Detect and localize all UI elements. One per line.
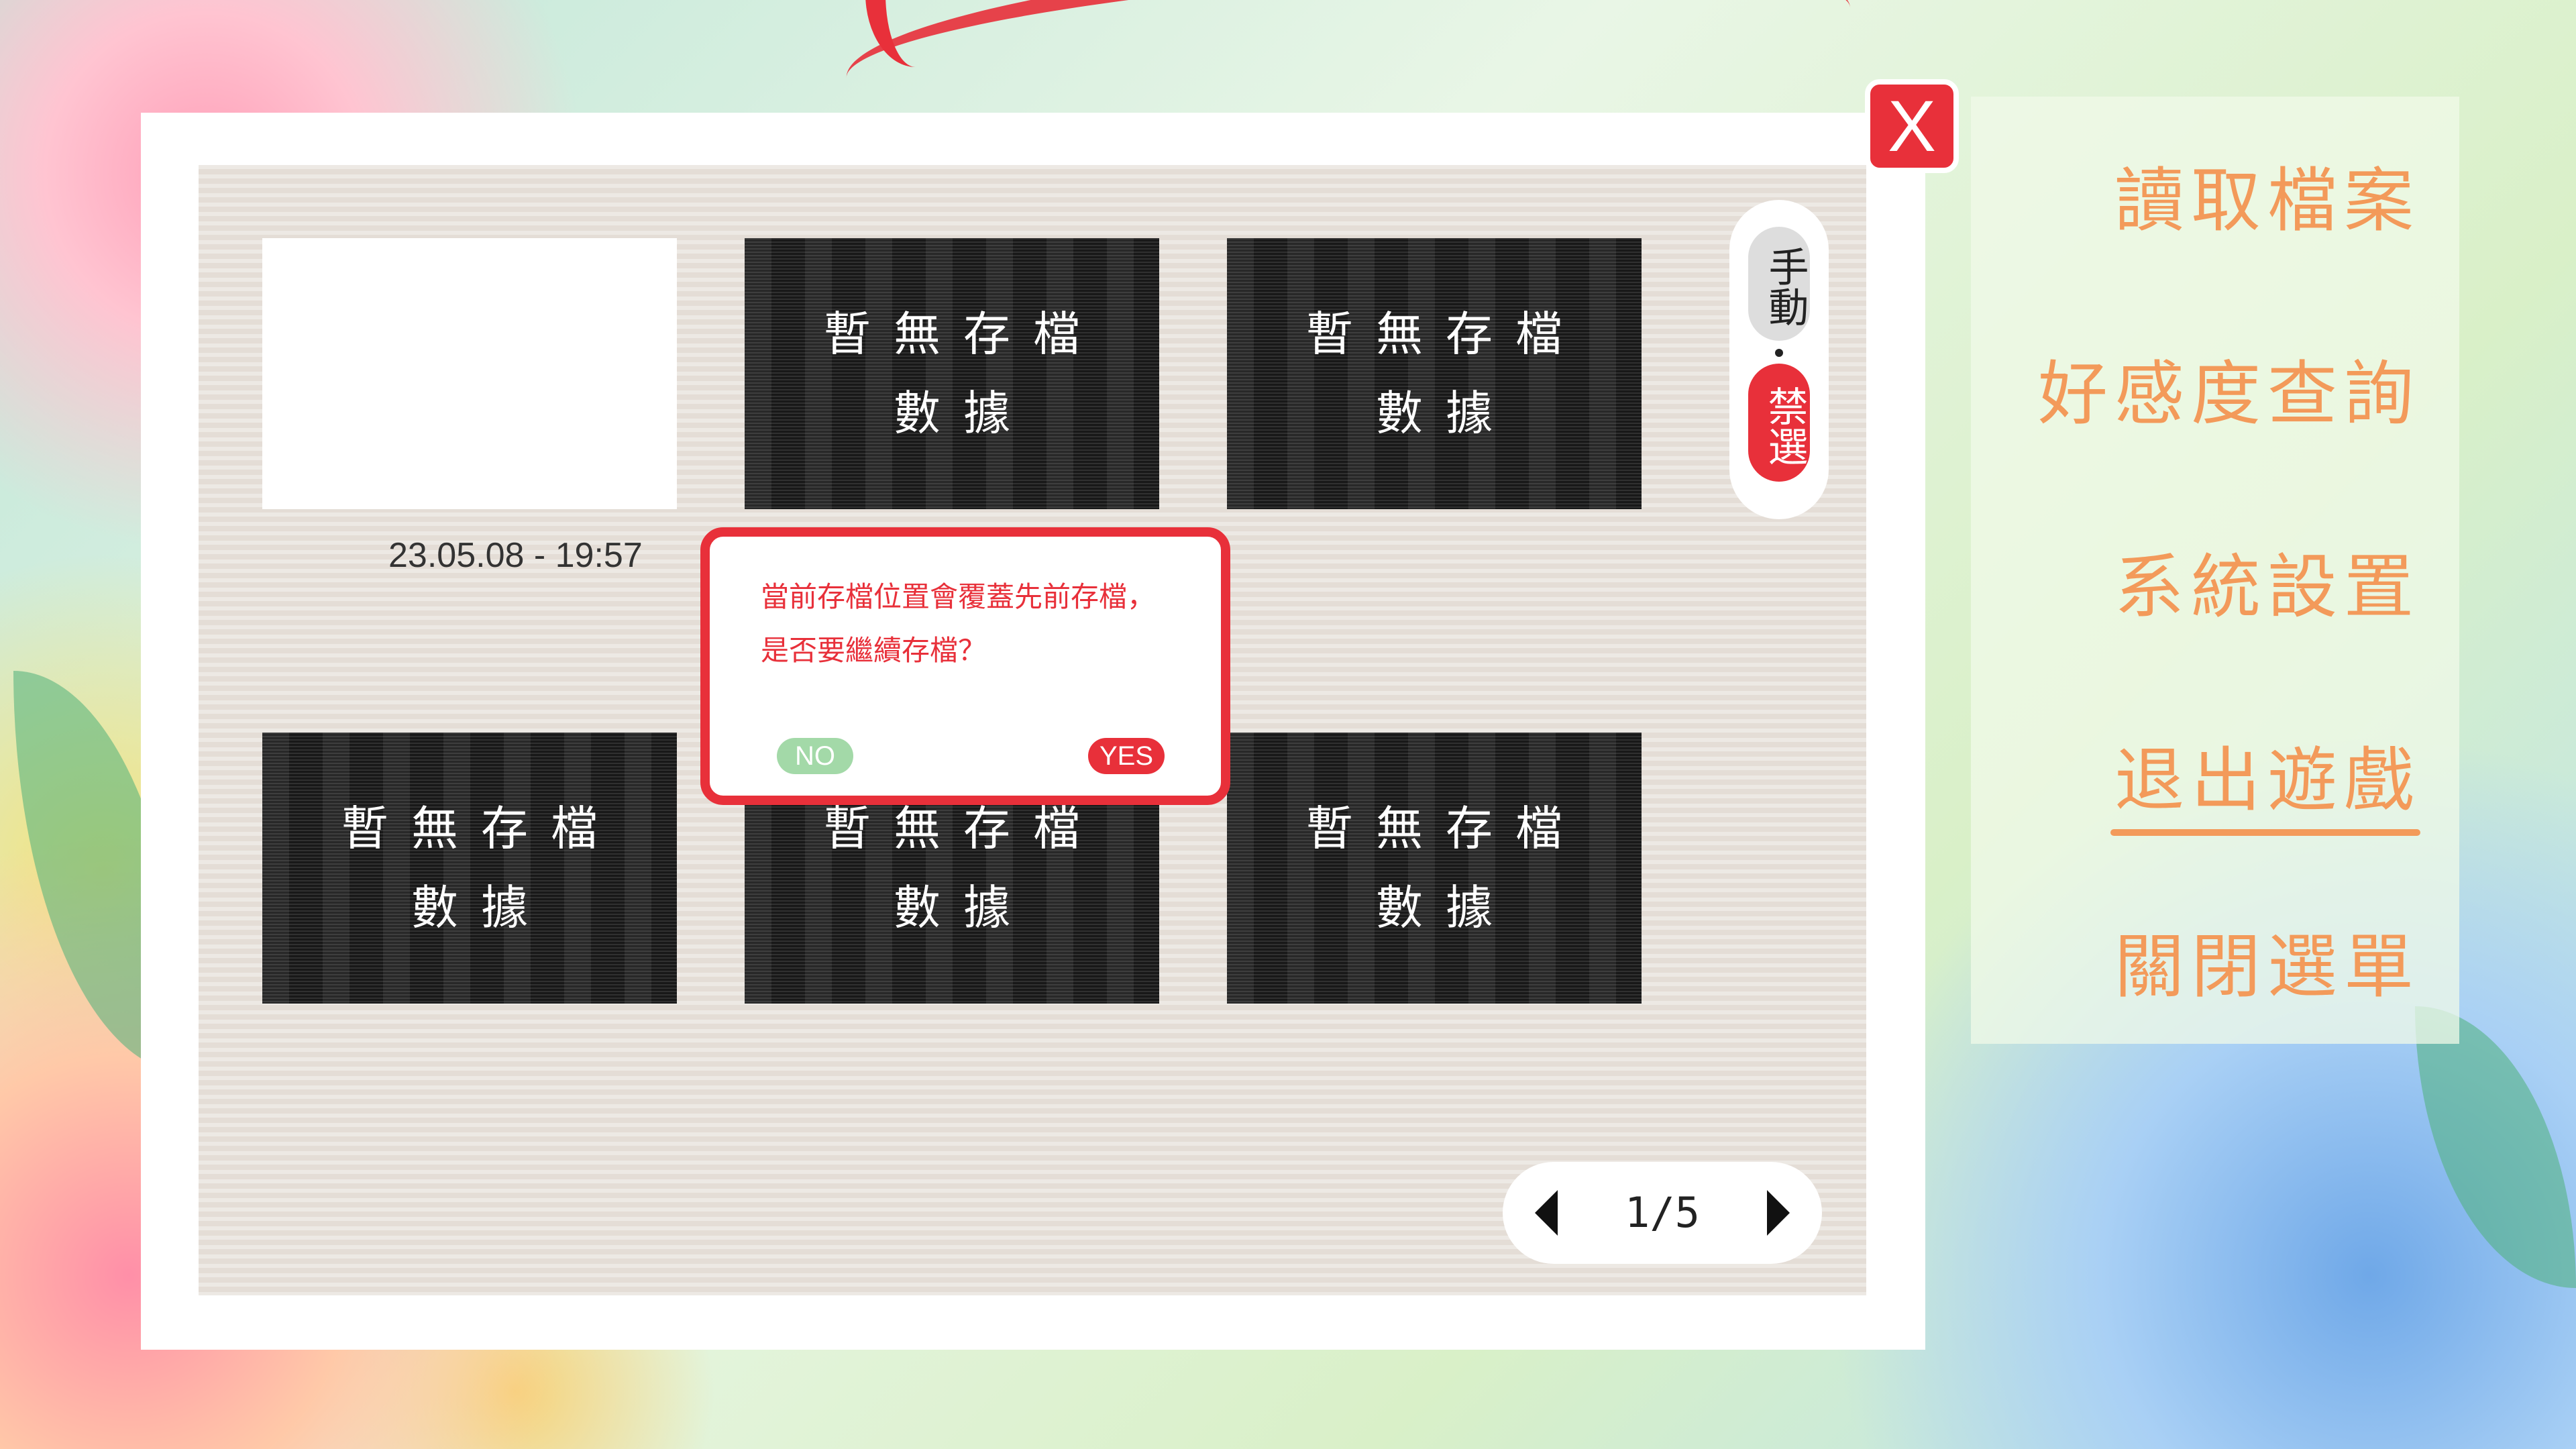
menu-item-exit[interactable]: 退出遊戲 <box>2114 723 2420 824</box>
next-page-icon[interactable] <box>1767 1190 1790 1236</box>
slot-empty-label: 暫無存檔 <box>824 307 1103 362</box>
slot-empty-label: 暫無存檔 <box>1306 307 1585 362</box>
no-button[interactable]: NO <box>777 738 853 774</box>
save-slot-2[interactable]: 暫無存檔 數據 <box>745 238 1159 509</box>
menu-item-load[interactable]: 讀取檔案 <box>2114 144 2420 245</box>
save-slot-4[interactable]: 暫無存檔 數據 <box>262 733 677 1004</box>
slot-empty-label: 暫無存檔 <box>1306 801 1585 856</box>
confirm-message: 當前存檔位置會覆蓋先前存檔， 是否要繼續存檔？ <box>761 570 1203 678</box>
decorative-leaf <box>2415 1006 2576 1288</box>
slot-empty-label-2: 數據 <box>1376 880 1515 935</box>
page-indicator: 1/5 <box>1625 1188 1700 1237</box>
slot-empty-label: 暫無存檔 <box>341 801 621 856</box>
page-navigator: 1/5 <box>1503 1162 1822 1264</box>
side-menu: 讀取檔案 好感度查詢 系統設置 退出遊戲 關閉選單 <box>1971 97 2459 1044</box>
confirm-message-line-1: 當前存檔位置會覆蓋先前存檔， <box>761 580 1156 613</box>
mode-ban-label[interactable]: 禁選 <box>1748 364 1810 482</box>
save-slot-1[interactable] <box>262 238 677 509</box>
menu-item-close[interactable]: 關閉選單 <box>2114 910 2420 1011</box>
save-mode-toggle[interactable]: 手動 禁選 <box>1729 200 1829 519</box>
save-slot-3[interactable]: 暫無存檔 數據 <box>1227 238 1642 509</box>
selected-underline <box>2110 829 2420 836</box>
slot-empty-label-2: 數據 <box>894 386 1033 441</box>
mode-manual-label[interactable]: 手動 <box>1748 227 1810 341</box>
prev-page-icon[interactable] <box>1535 1190 1558 1236</box>
yes-button[interactable]: YES <box>1088 738 1165 774</box>
slot-empty-label-2: 數據 <box>411 880 551 935</box>
save-slot-6[interactable]: 暫無存檔 數據 <box>1227 733 1642 1004</box>
slot-empty-label-2: 數據 <box>894 880 1033 935</box>
save-slot-1-date: 23.05.08 - 19:57 <box>388 536 643 575</box>
confirm-message-line-2: 是否要繼續存檔？ <box>761 634 987 667</box>
close-button[interactable]: X <box>1865 79 1959 173</box>
menu-item-affection[interactable]: 好感度查詢 <box>2038 337 2420 438</box>
mode-separator-dot <box>1775 349 1783 357</box>
overwrite-confirm-dialog: 當前存檔位置會覆蓋先前存檔， 是否要繼續存檔？ NO YES <box>700 527 1230 805</box>
menu-item-settings[interactable]: 系統設置 <box>2114 530 2420 631</box>
slot-empty-label-2: 數據 <box>1376 386 1515 441</box>
